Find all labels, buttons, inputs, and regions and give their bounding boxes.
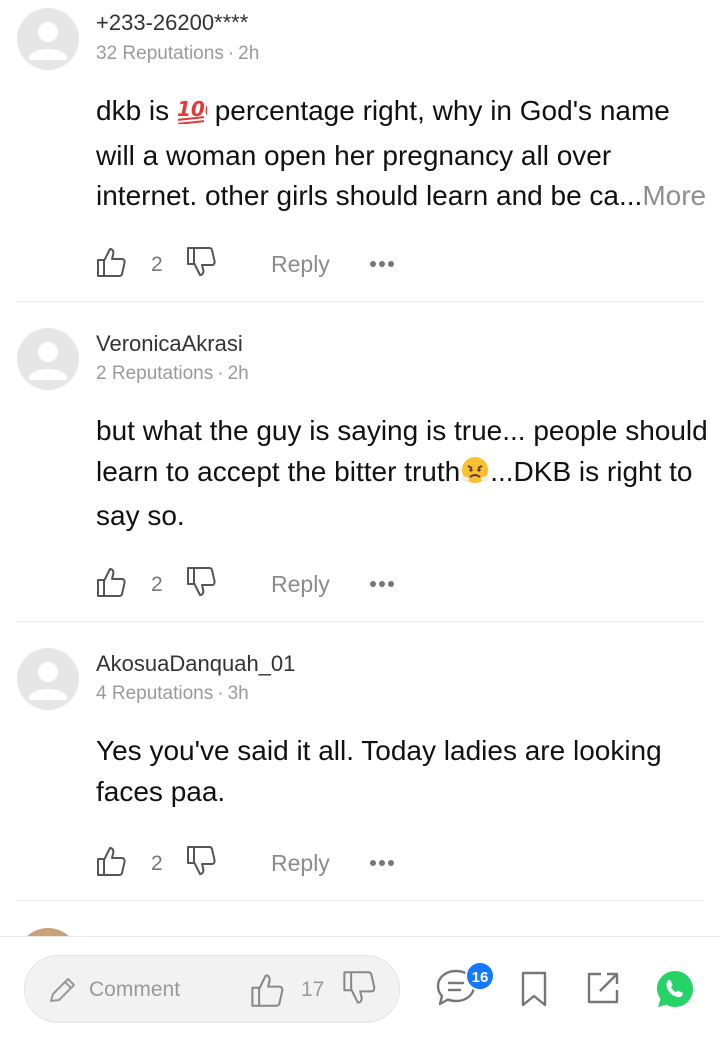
dislike-button[interactable] — [186, 845, 216, 877]
reputations: 4 Reputations — [96, 683, 214, 704]
comment-text: Yes you've said it all. Today ladies are… — [96, 735, 662, 807]
meta-separator: · — [217, 363, 224, 384]
divider — [16, 301, 704, 302]
divider — [16, 621, 704, 622]
whatsapp-icon — [657, 971, 693, 1007]
hundred-points-emoji: 100 — [177, 95, 219, 136]
thumbs-up-icon — [97, 248, 126, 277]
avatar[interactable] — [17, 928, 79, 936]
thumbs-up-icon — [97, 568, 126, 597]
comment-meta: 4 Reputations · 3h — [96, 683, 249, 705]
comment-list: +233-26200**** 32 Reputations · 2h dkb is … — [0, 0, 720, 936]
avatar[interactable] — [17, 328, 79, 390]
share-button[interactable] — [585, 970, 621, 1011]
comment-meta: 32 Reputations · 2h — [96, 43, 259, 65]
comment-actions: 2 Reply — [96, 845, 416, 885]
more-options-button[interactable] — [369, 580, 395, 588]
comment-author[interactable]: +233-26200**** — [96, 10, 248, 36]
comment-time: 2h — [238, 43, 260, 64]
meta-separator: · — [217, 683, 224, 704]
dislike-article-button[interactable] — [341, 970, 377, 1006]
angry-face-emoji — [460, 455, 490, 497]
thumbs-down-icon — [343, 971, 376, 1004]
avatar-placeholder-icon — [29, 342, 67, 380]
comment-author[interactable]: VeronicaAkrasi — [96, 331, 243, 357]
more-dots-icon — [370, 860, 394, 866]
reply-button[interactable]: Reply — [271, 571, 330, 598]
bookmark-button[interactable] — [520, 970, 548, 1013]
comment-time: 2h — [227, 363, 249, 384]
thumbs-up-icon — [97, 847, 126, 876]
divider — [16, 900, 704, 901]
like-button[interactable] — [96, 566, 126, 598]
reply-button[interactable]: Reply — [271, 850, 330, 877]
avatar[interactable] — [17, 648, 79, 710]
comment-text: dkb is 100 percentage right, why in God'… — [96, 91, 708, 217]
comment-meta: 2 Reputations · 2h — [96, 363, 249, 385]
avatar-placeholder-icon — [29, 22, 67, 60]
thumbs-up-icon — [251, 974, 284, 1007]
article-like-count: 17 — [301, 978, 325, 1001]
comment-actions: 2 Reply — [96, 566, 416, 606]
share-icon — [587, 972, 619, 1004]
more-link[interactable]: More — [642, 180, 706, 211]
dislike-button[interactable] — [186, 566, 216, 598]
comment-actions: 2 Reply — [96, 246, 416, 286]
like-article-button[interactable] — [249, 972, 285, 1008]
comment-input[interactable]: Comment — [47, 975, 180, 1005]
like-count: 2 — [151, 573, 163, 596]
meta-separator: · — [227, 43, 235, 64]
comment-box[interactable]: Comment 17 — [24, 955, 400, 1023]
comment-time: 3h — [227, 683, 249, 704]
thumbs-down-icon — [187, 567, 216, 596]
reputations: 2 Reputations — [96, 363, 214, 384]
reply-button[interactable]: Reply — [271, 251, 330, 278]
dislike-button[interactable] — [186, 246, 216, 278]
like-count: 2 — [151, 852, 163, 875]
reputations: 32 Reputations — [96, 43, 224, 64]
bookmark-icon — [521, 971, 547, 1007]
whatsapp-share-button[interactable] — [655, 969, 695, 1014]
comment-placeholder: Comment — [89, 978, 181, 1001]
like-button[interactable] — [96, 246, 126, 278]
avatar-placeholder-icon — [29, 662, 67, 700]
comment-text: but what the guy is saying is true... pe… — [96, 411, 708, 537]
comments-count-badge: 16 — [465, 961, 495, 991]
more-options-button[interactable] — [369, 859, 395, 867]
thumbs-down-icon — [187, 247, 216, 276]
more-options-button[interactable] — [369, 260, 395, 268]
comment-author[interactable]: AkosuaDanquah_01 — [96, 651, 295, 677]
avatar[interactable] — [17, 8, 79, 70]
thumbs-down-icon — [187, 846, 216, 875]
bottom-action-bar: Comment 17 — [0, 936, 720, 1041]
more-dots-icon — [370, 261, 394, 267]
more-dots-icon — [370, 581, 394, 587]
comment-text-part: dkb is — [96, 95, 177, 126]
pencil-icon — [50, 978, 75, 1002]
like-count: 2 — [151, 253, 163, 276]
like-button[interactable] — [96, 845, 126, 877]
